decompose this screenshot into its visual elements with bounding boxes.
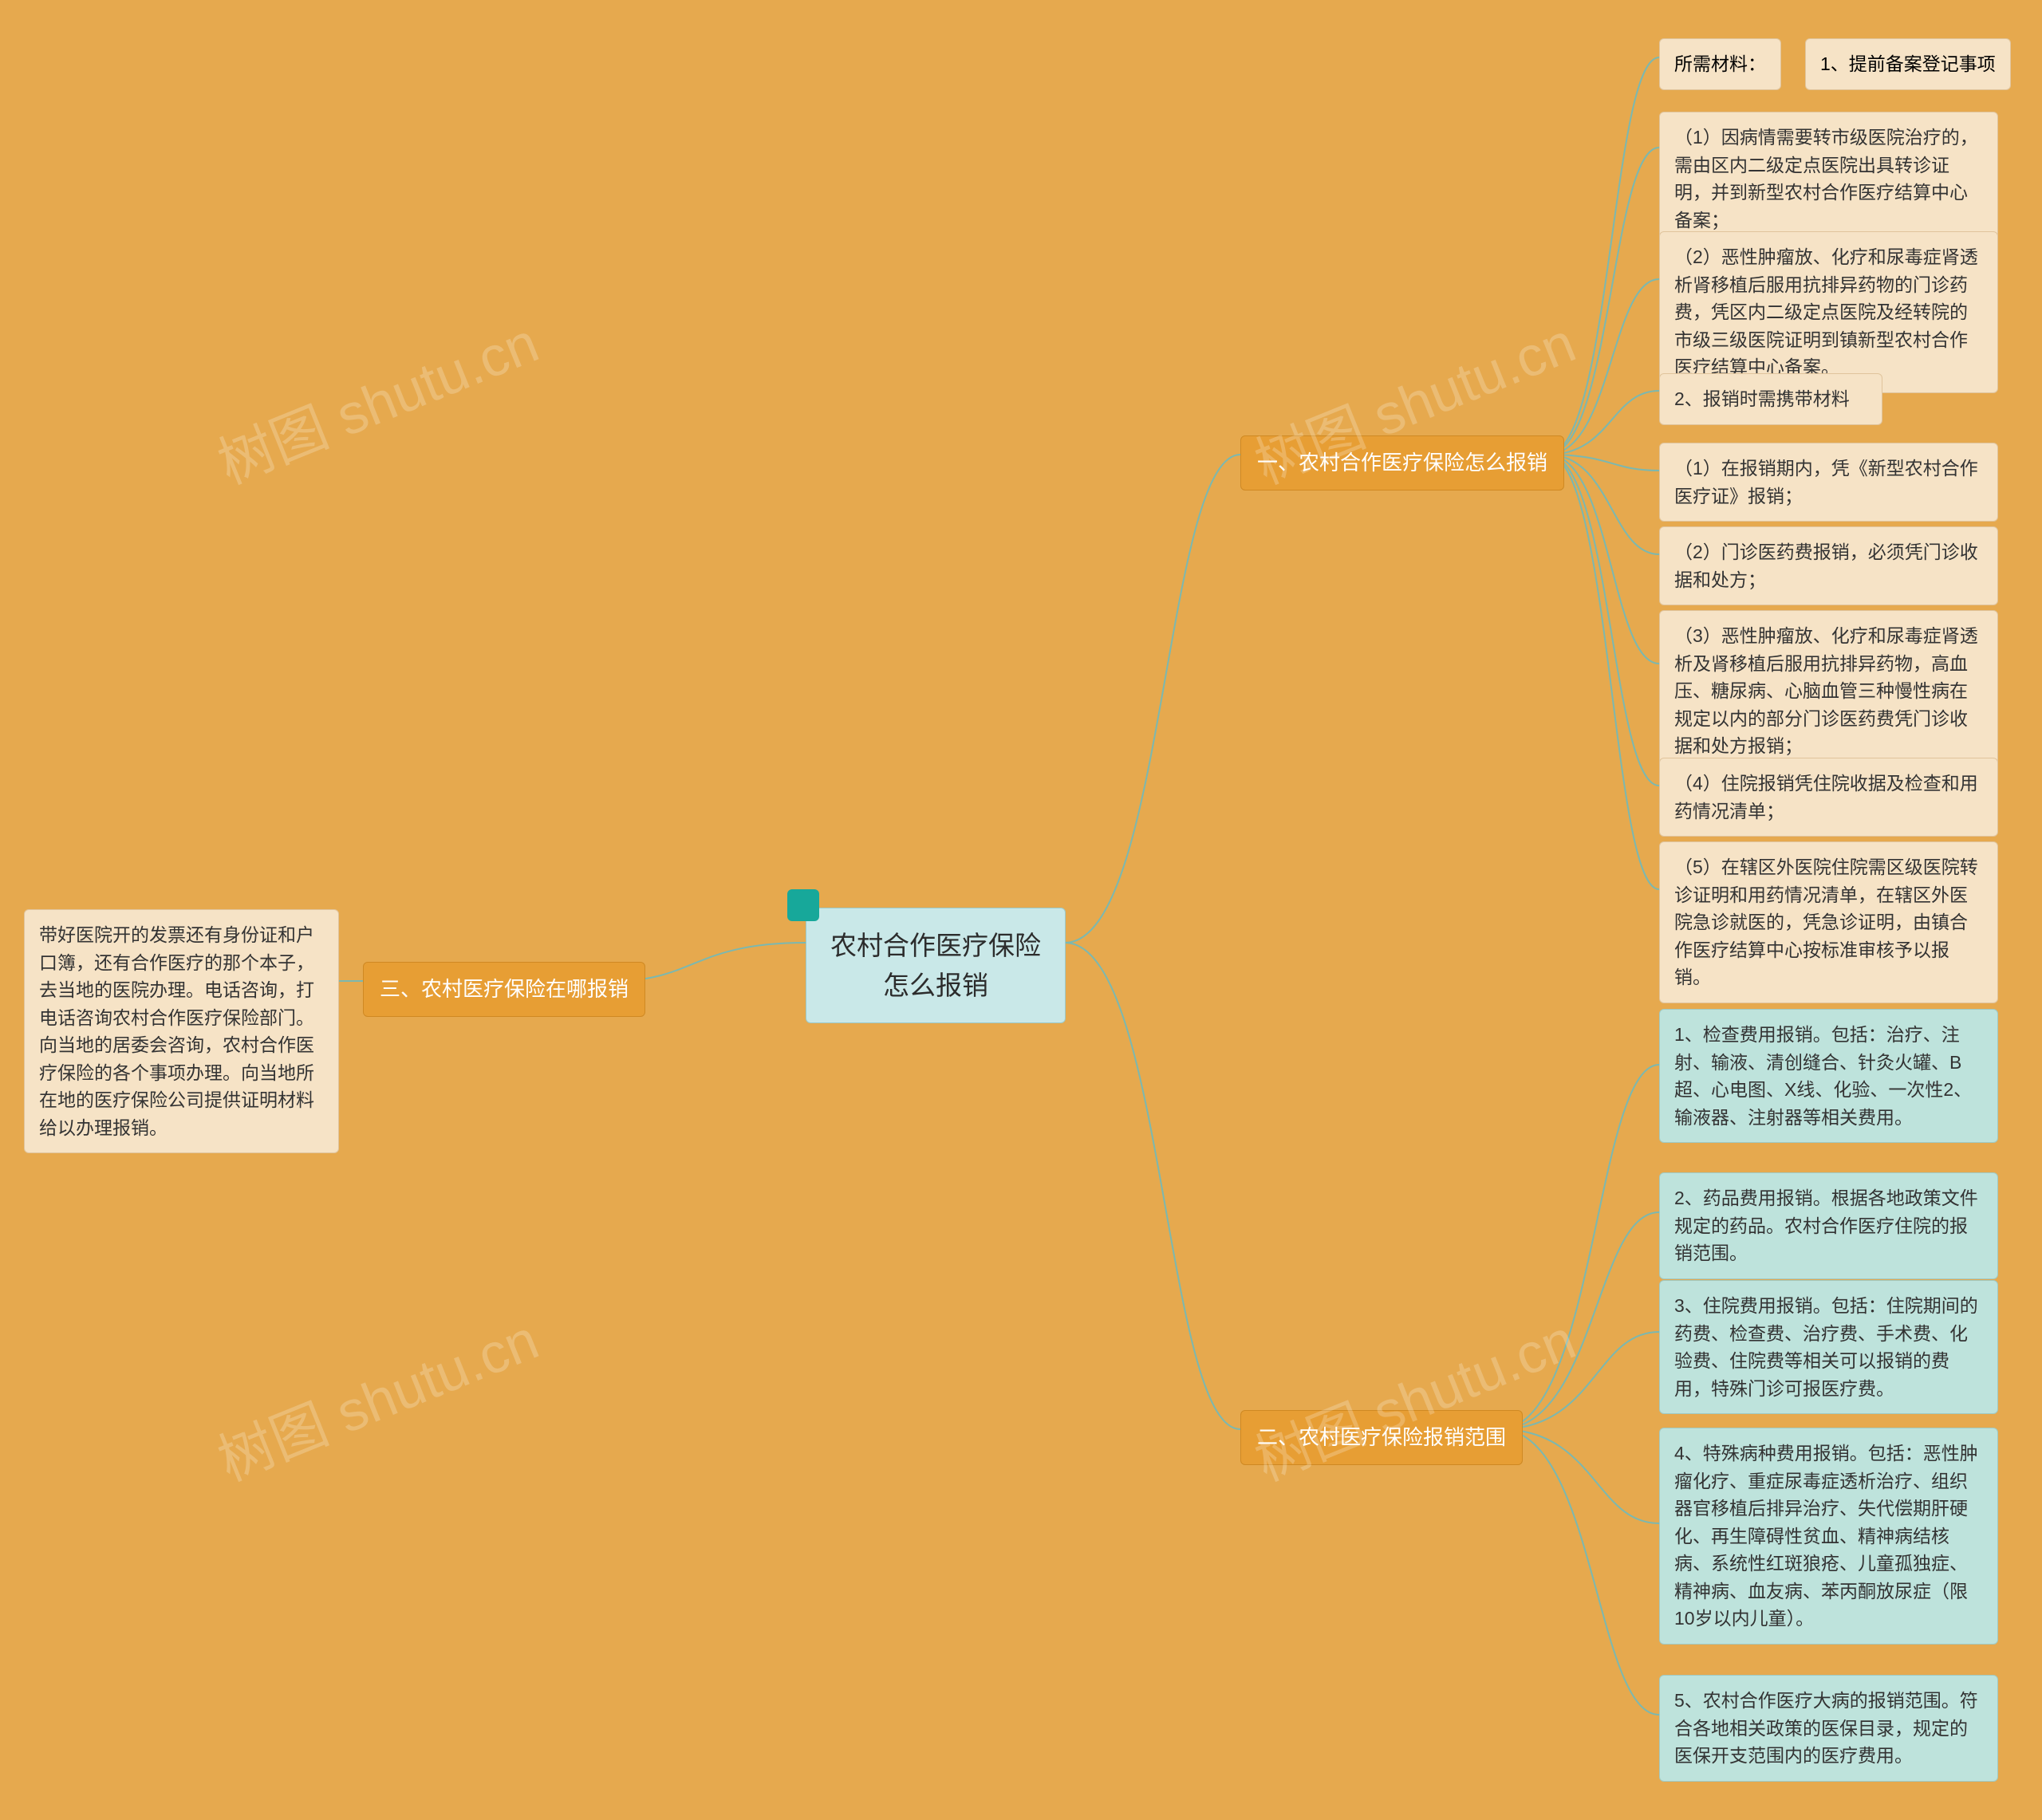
- branch-1-leaf-4[interactable]: （1）在报销期内，凭《新型农村合作医疗证》报销；: [1659, 443, 1998, 522]
- branch-1-leaf-7-text: （4）住院报销凭住院收据及检查和用药情况清单；: [1674, 773, 1978, 821]
- branch-1-leaf-3[interactable]: 2、报销时需携带材料: [1659, 373, 1882, 425]
- branch-2[interactable]: 二、农村医疗保险报销范围: [1240, 1410, 1523, 1465]
- branch-1-leaf-4-text: （1）在报销期内，凭《新型农村合作医疗证》报销；: [1674, 458, 1978, 506]
- branch-1-leaf-6[interactable]: （3）恶性肿瘤放、化疗和尿毒症肾透析及肾移植后服用抗排异药物，高血压、糖尿病、心…: [1659, 610, 1998, 772]
- branch-1-leaf-5-text: （2）门诊医药费报销，必须凭门诊收据和处方；: [1674, 542, 1978, 590]
- branch-1-leaf-7[interactable]: （4）住院报销凭住院收据及检查和用药情况清单；: [1659, 758, 1998, 837]
- branch-1-leaf-1-text: （1）因病情需要转市级医院治疗的，需由区内二级定点医院出具转诊证明，并到新型农村…: [1674, 127, 1978, 230]
- root-tab-icon: [787, 889, 819, 921]
- branch-3-leaf[interactable]: 带好医院开的发票还有身份证和户口簿，还有合作医疗的那个本子，去当地的医院办理。电…: [24, 909, 339, 1153]
- branch-2-leaf-0-text: 1、检查费用报销。包括：治疗、注射、输液、清创缝合、针灸火罐、B超、心电图、X线…: [1674, 1024, 1972, 1128]
- branch-1-leaf-2[interactable]: （2）恶性肿瘤放、化疗和尿毒症肾透析肾移植后服用抗排异药物的门诊药费，凭区内二级…: [1659, 231, 1998, 393]
- root-node[interactable]: 农村合作医疗保险怎么报销: [806, 908, 1066, 1023]
- branch-1-leaf-3-text: 2、报销时需携带材料: [1674, 388, 1850, 409]
- branch-2-leaf-2[interactable]: 3、住院费用报销。包括：住院期间的药费、检查费、治疗费、手术费、化验费、住院费等…: [1659, 1280, 1998, 1414]
- branch-1-leaf-6-text: （3）恶性肿瘤放、化疗和尿毒症肾透析及肾移植后服用抗排异药物，高血压、糖尿病、心…: [1674, 625, 1978, 756]
- branch-2-leaf-3-text: 4、特殊病种费用报销。包括：恶性肿瘤化疗、重症尿毒症透析治疗、组织器官移植后排异…: [1674, 1443, 1978, 1629]
- watermark: 树图 shutu.cn: [1242, 1295, 1586, 1497]
- branch-2-leaf-3[interactable]: 4、特殊病种费用报销。包括：恶性肿瘤化疗、重症尿毒症透析治疗、组织器官移植后排异…: [1659, 1428, 1998, 1645]
- branch-2-leaf-2-text: 3、住院费用报销。包括：住院期间的药费、检查费、治疗费、手术费、化验费、住院费等…: [1674, 1295, 1978, 1399]
- root-label: 农村合作医疗保险怎么报销: [830, 931, 1041, 1000]
- branch-3[interactable]: 三、农村医疗保险在哪报销: [363, 962, 645, 1017]
- branch-1[interactable]: 一、农村合作医疗保险怎么报销: [1240, 435, 1564, 490]
- branch-1-leaf-8-text: （5）在辖区外医院住院需区级医院转诊证明和用药情况清单，在辖区外医院急诊就医的，…: [1674, 857, 1978, 987]
- branch-1-leaf-0-left: 所需材料：: [1659, 38, 1781, 90]
- branch-1-leaf-0-right: 1、提前备案登记事项: [1805, 38, 2011, 90]
- branch-2-leaf-4[interactable]: 5、农村合作医疗大病的报销范围。符合各地相关政策的医保目录，规定的医保开支范围内…: [1659, 1675, 1998, 1782]
- branch-1-leaf-2-text: （2）恶性肿瘤放、化疗和尿毒症肾透析肾移植后服用抗排异药物的门诊药费，凭区内二级…: [1674, 246, 1978, 377]
- mindmap-canvas: { "root": "农村合作医疗保险怎么报销", "branch1": { "…: [0, 0, 2042, 1820]
- branch-2-leaf-1[interactable]: 2、药品费用报销。根据各地政策文件规定的药品。农村合作医疗住院的报销范围。: [1659, 1172, 1998, 1279]
- branch-1-leaf-5[interactable]: （2）门诊医药费报销，必须凭门诊收据和处方；: [1659, 526, 1998, 605]
- branch-3-leaf-text: 带好医院开的发票还有身份证和户口簿，还有合作医疗的那个本子，去当地的医院办理。电…: [39, 924, 314, 1138]
- branch-2-label: 二、农村医疗保险报销范围: [1257, 1425, 1506, 1449]
- branch-1-leaf-1[interactable]: （1）因病情需要转市级医院治疗的，需由区内二级定点医院出具转诊证明，并到新型农村…: [1659, 112, 1998, 246]
- branch-2-leaf-0[interactable]: 1、检查费用报销。包括：治疗、注射、输液、清创缝合、针灸火罐、B超、心电图、X线…: [1659, 1009, 1998, 1143]
- branch-1-leaf-0[interactable]: 所需材料： 1、提前备案登记事项: [1659, 38, 2011, 90]
- watermark: 树图 shutu.cn: [205, 298, 549, 500]
- branch-2-leaf-4-text: 5、农村合作医疗大病的报销范围。符合各地相关政策的医保目录，规定的医保开支范围内…: [1674, 1690, 1978, 1766]
- branch-3-label: 三、农村医疗保险在哪报销: [380, 977, 629, 1001]
- branch-1-leaf-8[interactable]: （5）在辖区外医院住院需区级医院转诊证明和用药情况清单，在辖区外医院急诊就医的，…: [1659, 841, 1998, 1003]
- watermark: 树图 shutu.cn: [205, 1295, 549, 1497]
- branch-2-leaf-1-text: 2、药品费用报销。根据各地政策文件规定的药品。农村合作医疗住院的报销范围。: [1674, 1188, 1978, 1263]
- branch-1-label: 一、农村合作医疗保险怎么报销: [1257, 451, 1547, 475]
